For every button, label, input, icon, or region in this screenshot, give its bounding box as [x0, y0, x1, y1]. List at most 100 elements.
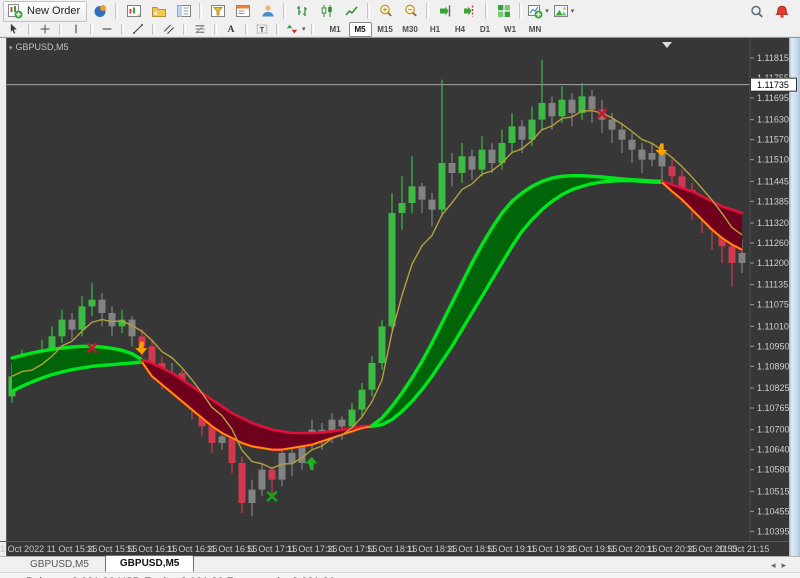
data-window-icon	[210, 3, 226, 19]
candlestick-chart-icon	[319, 3, 335, 19]
text-tool-button[interactable]: A	[221, 22, 241, 37]
chart-tab-1[interactable]: GBPUSD,M5	[104, 555, 195, 572]
text-label-icon: T	[256, 23, 269, 36]
terminal-button[interactable]	[256, 1, 279, 22]
notifications-button[interactable]	[770, 1, 793, 22]
indicators-icon	[527, 3, 543, 19]
timeframe-h1-button[interactable]: H1	[424, 22, 447, 37]
line-chart-button[interactable]	[340, 1, 363, 22]
chart-tab-0[interactable]: GBPUSD,M5	[16, 558, 103, 572]
svg-text:1.10640: 1.10640	[757, 445, 790, 455]
svg-text:11 Oct 2022: 11 Oct 2022	[0, 544, 44, 554]
timeframe-m30-button[interactable]: M30	[399, 22, 422, 37]
vertical-scrollbar[interactable]	[789, 38, 800, 557]
cursor-tool-button[interactable]	[4, 22, 24, 37]
candlestick-chart-button[interactable]	[315, 1, 338, 22]
profiles-button[interactable]	[147, 1, 170, 22]
mt4-window: New Order ▾ ▾ A T ▾ M1 M5 M15 M30 H1 H4 D1 W1 MN ▾ G…	[0, 0, 800, 578]
svg-text:1.11630: 1.11630	[757, 115, 789, 125]
price-chart-canvas[interactable]: 1.118151.117551.116951.116301.115701.115…	[0, 38, 800, 557]
hline-price-tag: 1.11735	[757, 80, 789, 90]
timeframe-h4-button[interactable]: H4	[449, 22, 472, 37]
timeframe-m5-button[interactable]: M5	[348, 21, 372, 37]
fibonacci-tool-button[interactable]	[190, 22, 210, 37]
svg-text:1.11320: 1.11320	[757, 218, 789, 228]
horizontal-line-tool-button[interactable]	[97, 22, 117, 37]
cursor-icon	[8, 23, 21, 36]
shapes-tool-button[interactable]: ▾	[283, 22, 307, 37]
tab-scroll-arrows[interactable]: ◂▸	[771, 560, 792, 571]
vertical-line-tool-button[interactable]	[66, 22, 86, 37]
toolbar-separator	[276, 23, 279, 35]
bar-chart-button[interactable]	[290, 1, 313, 22]
navigator-button[interactable]	[231, 1, 254, 22]
profiles-icon	[151, 3, 167, 19]
toolbar-separator	[214, 23, 217, 35]
auto-scroll-button[interactable]	[433, 1, 456, 22]
data-window-button[interactable]	[206, 1, 229, 22]
svg-text:1.10890: 1.10890	[757, 361, 790, 371]
chart-symbol-label: ▾ GBPUSD,M5	[9, 42, 69, 52]
zoom-out-button[interactable]	[399, 1, 422, 22]
search-button[interactable]	[745, 1, 768, 22]
timeframe-mn-button[interactable]: MN	[524, 22, 547, 37]
toolbar-separator	[283, 3, 287, 19]
toolbar-separator	[121, 23, 124, 35]
new-chart-button[interactable]	[122, 1, 145, 22]
market-watch-button[interactable]	[172, 1, 195, 22]
svg-text:1.10950: 1.10950	[757, 341, 790, 351]
search-icon	[749, 4, 765, 20]
drawing-and-period-toolbar: A T ▾ M1 M5 M15 M30 H1 H4 D1 W1 MN	[0, 21, 800, 37]
new-order-label: New Order	[27, 5, 81, 17]
templates-button[interactable]: ▾	[552, 1, 576, 22]
navigator-icon	[235, 3, 251, 19]
svg-text:1.10825: 1.10825	[757, 383, 790, 393]
auto-scroll-icon	[437, 3, 453, 19]
new-chart-icon	[126, 3, 142, 19]
crosshair-tool-button[interactable]	[35, 22, 55, 37]
svg-text:1.11695: 1.11695	[757, 93, 789, 103]
toolbar-separator	[59, 23, 62, 35]
toolbar-separator	[90, 23, 93, 35]
new-order-button[interactable]: New Order	[3, 0, 88, 22]
bar-chart-icon	[294, 3, 310, 19]
equidistant-channel-icon	[163, 23, 176, 36]
timeframe-w1-button[interactable]: W1	[499, 22, 522, 37]
tile-windows-button[interactable]	[492, 1, 515, 22]
trendline-tool-button[interactable]	[128, 22, 148, 37]
templates-icon	[553, 3, 569, 19]
svg-text:1.11135: 1.11135	[757, 280, 788, 290]
toolbar-separator	[152, 23, 155, 35]
timeframe-m15-button[interactable]: M15	[374, 22, 397, 37]
metaquotes-button[interactable]	[88, 1, 111, 22]
crosshair-icon	[39, 23, 52, 36]
svg-text:1.11510: 1.11510	[757, 155, 789, 165]
text-label-tool-button[interactable]: T	[252, 22, 272, 37]
chart-window[interactable]: ▾GBPUSD,M5 1.118151.117551.116951.116301…	[0, 37, 800, 557]
svg-text:T: T	[260, 25, 265, 34]
equidistant-channel-tool-button[interactable]	[159, 22, 179, 37]
indicators-button[interactable]: ▾	[526, 1, 550, 22]
chart-shift-icon	[462, 3, 478, 19]
chart-shift-button[interactable]	[458, 1, 481, 22]
svg-text:1.11815: 1.11815	[757, 53, 789, 63]
svg-text:1.11260: 1.11260	[757, 238, 789, 248]
svg-text:1.10395: 1.10395	[757, 526, 790, 536]
zoom-in-button[interactable]	[374, 1, 397, 22]
svg-text:1.10455: 1.10455	[757, 506, 790, 516]
timeframe-m1-button[interactable]: M1	[324, 22, 347, 37]
svg-text:1.11010: 1.11010	[757, 321, 789, 331]
toolbar-separator	[485, 3, 489, 19]
svg-text:1.11570: 1.11570	[757, 135, 789, 145]
toolbar-separator	[115, 3, 119, 19]
time-axis[interactable]: 11 Oct 2022 11 Oct 15:3511 Oct 15:5511 Oc…	[0, 541, 789, 555]
toolbar-separator	[367, 3, 371, 19]
zoom-in-icon	[378, 3, 394, 19]
svg-text:1.10700: 1.10700	[757, 425, 790, 435]
text-icon: A	[225, 23, 238, 36]
timeframe-d1-button[interactable]: D1	[474, 22, 497, 37]
svg-text:1.11200: 1.11200	[757, 258, 789, 268]
svg-text:1.11445: 1.11445	[757, 176, 789, 186]
new-order-icon	[7, 3, 23, 19]
tile-windows-icon	[496, 3, 512, 19]
